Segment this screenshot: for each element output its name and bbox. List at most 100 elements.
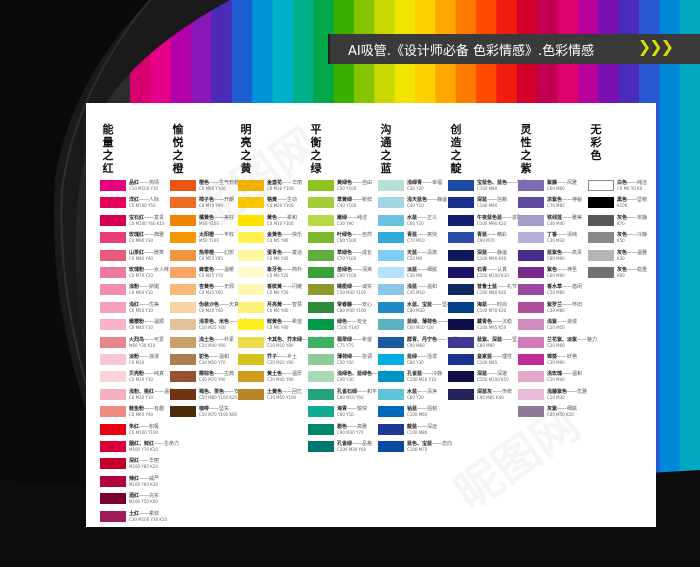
swatch-cmyk-code: C60 M90 bbox=[547, 273, 565, 278]
swatch-chip bbox=[518, 371, 544, 383]
swatch-chip bbox=[308, 301, 334, 313]
swatch-cmyk-code: M60 Y100 bbox=[199, 220, 219, 226]
swatch-chip bbox=[170, 249, 196, 261]
swatch-cmyk-code: C20 M20 Y90 bbox=[267, 360, 294, 365]
swatch-chip bbox=[308, 388, 334, 400]
swatch-chip bbox=[100, 406, 126, 418]
swatch-cmyk-code: C0 M20 Y100 bbox=[267, 203, 294, 209]
swatch-chip bbox=[100, 214, 126, 226]
swatch-chip bbox=[308, 319, 334, 331]
swatch-chip bbox=[448, 249, 474, 261]
swatch-chip bbox=[100, 493, 126, 505]
swatch-chip bbox=[100, 301, 126, 313]
swatch-chip bbox=[100, 510, 126, 522]
swatch-chip bbox=[170, 301, 196, 313]
swatch-cmyk-code: C80 M30 Y100 bbox=[337, 307, 367, 313]
swatch-chip bbox=[100, 336, 126, 348]
swatch-chip bbox=[448, 336, 474, 348]
swatch-cmyk-code: C30 Y20 bbox=[407, 186, 424, 191]
swatch-chip bbox=[378, 388, 404, 400]
swatch-chip bbox=[100, 371, 126, 383]
swatch-chip bbox=[448, 214, 474, 226]
swatch-chip bbox=[100, 267, 126, 278]
swatch-cmyk-code: C0 M0 Y90 bbox=[267, 325, 289, 331]
swatch-chip bbox=[448, 284, 474, 296]
swatch-cmyk-code: C60 Y10 bbox=[407, 220, 424, 226]
swatch-emotion: ——安静 bbox=[627, 214, 648, 221]
swatch-emotion: ——神秘 bbox=[562, 197, 583, 204]
swatch-chip bbox=[238, 354, 264, 365]
swatch-cmyk-code: C0 M10 Y100 bbox=[267, 220, 294, 226]
swatch-chip bbox=[378, 406, 404, 418]
swatch-chip bbox=[308, 232, 334, 244]
swatch-cmyk-code: K50 bbox=[617, 238, 625, 244]
swatch-chip bbox=[448, 319, 474, 331]
swatch-chip bbox=[518, 232, 544, 244]
swatch-cmyk-code: C0 M80 Y40 bbox=[129, 255, 153, 261]
swatch-emotion: ——幸福 bbox=[422, 180, 443, 186]
swatch-cmyk-code: C100 M90 bbox=[477, 203, 498, 209]
swatch-chip bbox=[308, 354, 334, 365]
swatch-cmyk-code: C30 M30 bbox=[547, 238, 565, 244]
swatch-chip bbox=[100, 441, 126, 452]
swatch-cmyk-code: C0 M70 Y90 bbox=[199, 203, 223, 209]
swatch-emotion: ——协调 bbox=[352, 354, 373, 360]
swatch-cmyk-code: M100 Y60 K30 bbox=[129, 481, 158, 487]
swatch-cmyk-code: M100 Y70 K10 bbox=[129, 447, 158, 452]
swatch-cmyk-code: C0 M20 Y10 bbox=[129, 377, 153, 383]
swatch-chip bbox=[170, 232, 196, 244]
swatch-chip bbox=[100, 423, 126, 435]
swatch-chip bbox=[308, 441, 334, 452]
swatch-cmyk-code: C100 M95 K50 bbox=[477, 325, 507, 331]
swatch-chip bbox=[518, 336, 544, 348]
swatch-chip bbox=[308, 249, 334, 261]
swatch-chip bbox=[378, 423, 404, 435]
swatch-chip bbox=[238, 319, 264, 331]
swatch-cmyk-code: C100 M100 K50 bbox=[477, 377, 509, 383]
swatch-emotion: ——悠闲 bbox=[562, 284, 583, 291]
swatch-chip bbox=[448, 301, 474, 313]
swatch-chip bbox=[170, 267, 196, 278]
swatch-chip bbox=[518, 180, 544, 191]
swatch-chip bbox=[518, 267, 544, 278]
swatch-chip bbox=[588, 180, 614, 191]
swatch-chip bbox=[100, 319, 126, 331]
swatch-cmyk-code: C0 M30 Y100 bbox=[267, 186, 294, 191]
swatch-emotion: ——高贵 bbox=[562, 249, 583, 256]
swatch-cmyk-code: C30 M0 bbox=[407, 273, 423, 278]
swatch-cmyk-code: C40 Y100 bbox=[337, 203, 357, 209]
swatch-chip bbox=[518, 249, 544, 261]
swatch-cmyk-code: C30 M90 bbox=[547, 360, 565, 365]
swatch-cmyk-code: K30 bbox=[617, 255, 625, 261]
swatch-chip bbox=[378, 354, 404, 365]
swatch-chip bbox=[588, 267, 614, 278]
swatch-chip bbox=[170, 319, 196, 331]
swatch-chip bbox=[238, 197, 264, 209]
swatch-cmyk-code: C20 M40 Y60 bbox=[199, 342, 226, 348]
swatch-chip bbox=[100, 180, 126, 191]
swatch-cmyk-code: C80 M30 bbox=[407, 307, 425, 313]
column-title: 灵性之紫 bbox=[520, 123, 532, 175]
swatch-chip bbox=[100, 475, 126, 487]
swatch-cmyk-code: C100 M70 bbox=[407, 447, 428, 452]
swatch-chip bbox=[308, 180, 334, 191]
swatch-chip bbox=[448, 232, 474, 244]
swatch-cmyk-code: C20 M50 bbox=[547, 325, 565, 331]
column-title: 能量之红 bbox=[102, 123, 114, 175]
swatch-chip bbox=[588, 249, 614, 261]
swatch-cmyk-code: C100 M80 bbox=[407, 429, 428, 435]
swatch-chip bbox=[448, 180, 474, 191]
swatch-chip bbox=[170, 180, 196, 191]
swatch-cmyk-code: M50 Y100 bbox=[199, 238, 219, 244]
swatch-cmyk-code: C0 M0 Y30 bbox=[267, 290, 289, 296]
swatch-cmyk-code: C0 M90 Y30 bbox=[129, 238, 153, 244]
swatch-cmyk-code: C30 M100 Y30 K10 bbox=[129, 516, 168, 522]
column-title: 平衡之绿 bbox=[310, 123, 322, 175]
swatch-chip bbox=[518, 214, 544, 226]
swatch-chip bbox=[518, 354, 544, 365]
column-title: 明亮之黄 bbox=[240, 123, 252, 175]
banner-title: AI吸管.《设计师必备 色彩情感》.色彩情感 bbox=[348, 44, 595, 59]
swatch-cmyk-code: C100 M80 K40 bbox=[477, 290, 507, 296]
swatch-cmyk-code: C0 M50 Y10 bbox=[129, 307, 153, 313]
swatch-chip bbox=[518, 388, 544, 400]
